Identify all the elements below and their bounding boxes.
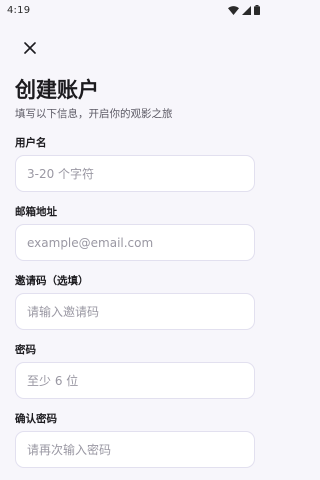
page-title: 创建账户 xyxy=(15,78,99,102)
password-input[interactable] xyxy=(15,362,255,399)
email-label: 邮箱地址 xyxy=(15,206,57,218)
status-bar: 4:19 xyxy=(0,0,270,20)
status-icons xyxy=(228,5,260,15)
username-label: 用户名 xyxy=(15,137,47,149)
username-input[interactable] xyxy=(15,155,255,192)
page-subtitle: 填写以下信息，开启你的观影之旅 xyxy=(15,108,173,120)
password-label: 密码 xyxy=(15,344,36,356)
email-input[interactable] xyxy=(15,224,255,261)
signal-icon xyxy=(242,5,251,15)
invite-code-label: 邀请码（选填） xyxy=(15,275,89,287)
confirm-password-input[interactable] xyxy=(15,431,255,468)
invite-code-input[interactable] xyxy=(15,293,255,330)
close-icon xyxy=(24,42,36,54)
confirm-password-label: 确认密码 xyxy=(15,413,57,425)
status-time: 4:19 xyxy=(7,4,31,16)
battery-icon xyxy=(254,5,260,15)
wifi-icon xyxy=(228,5,239,15)
close-button[interactable] xyxy=(16,36,44,60)
register-screen: 4:19 创建账户 填写以下信息，开启你的观影之旅 用户名 邮箱地址 邀请码（选… xyxy=(0,0,270,480)
